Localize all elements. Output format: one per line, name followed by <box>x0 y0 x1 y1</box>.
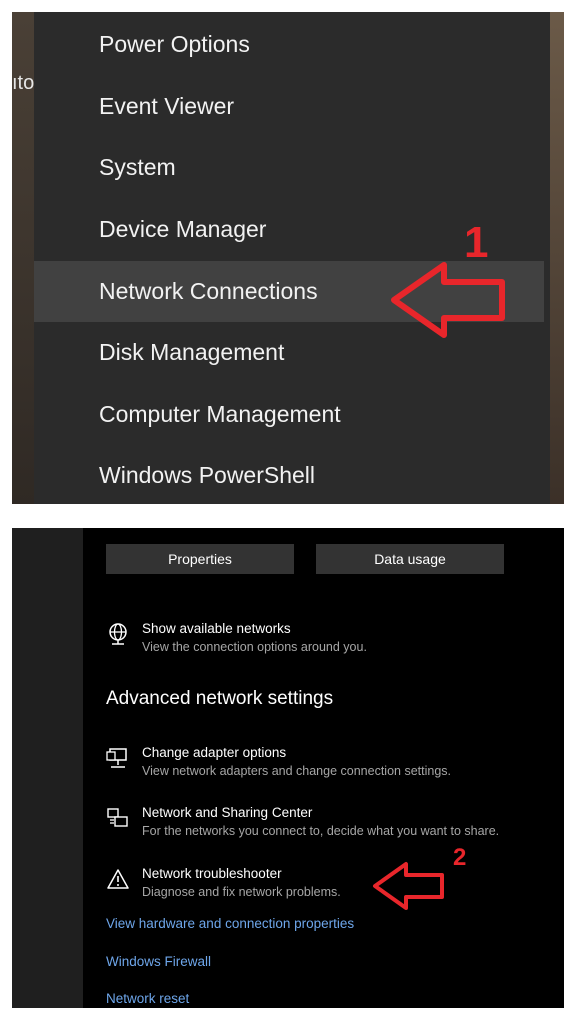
annotation-number-1: 1 <box>464 218 489 267</box>
settings-sidebar <box>12 528 83 1008</box>
warning-triangle-icon <box>107 869 129 889</box>
network-reset-link[interactable]: Network reset <box>106 991 189 1006</box>
change-adapter-title: Change adapter options <box>142 745 287 760</box>
troubleshooter-desc: Diagnose and fix network problems. <box>142 885 341 899</box>
red-arrow-icon <box>373 862 444 910</box>
show-networks-desc: View the connection options around you. <box>142 640 367 654</box>
change-adapter-desc: View network adapters and change connect… <box>142 764 451 778</box>
sharing-center-icon <box>107 808 128 827</box>
background-window-right <box>550 12 564 504</box>
advanced-network-settings-heading: Advanced network settings <box>106 688 334 709</box>
menu-item-system[interactable]: System <box>34 137 544 198</box>
network-adapter-icon <box>106 748 127 768</box>
change-adapter-options[interactable]: Change adapter options View network adap… <box>106 744 451 780</box>
network-settings-screenshot: Properties Data usage Show available net… <box>12 528 564 1008</box>
menu-item-computer-management[interactable]: Computer Management <box>34 384 544 445</box>
sharing-center-title: Network and Sharing Center <box>142 805 313 820</box>
show-networks-title: Show available networks <box>142 621 291 636</box>
menu-item-windows-powershell[interactable]: Windows PowerShell <box>34 445 544 504</box>
view-hardware-properties-link[interactable]: View hardware and connection properties <box>106 916 354 931</box>
red-arrow-icon <box>391 262 505 338</box>
windows-firewall-link[interactable]: Windows Firewall <box>106 954 211 969</box>
network-troubleshooter[interactable]: Network troubleshooter Diagnose and fix … <box>106 865 341 901</box>
background-partial-text: ıto <box>12 72 35 94</box>
context-menu-screenshot: ıto Power Options Event Viewer System De… <box>12 12 564 504</box>
annotation-number-2: 2 <box>453 844 467 871</box>
menu-item-event-viewer[interactable]: Event Viewer <box>34 76 544 137</box>
network-and-sharing-center[interactable]: Network and Sharing Center For the netwo… <box>106 804 499 840</box>
show-available-networks[interactable]: Show available networks View the connect… <box>106 620 367 656</box>
troubleshooter-title: Network troubleshooter <box>142 866 282 881</box>
menu-item-power-options[interactable]: Power Options <box>34 14 544 75</box>
data-usage-button[interactable]: Data usage <box>316 544 504 574</box>
properties-button[interactable]: Properties <box>106 544 294 574</box>
globe-network-icon <box>109 623 127 645</box>
sharing-center-desc: For the networks you connect to, decide … <box>142 824 500 838</box>
